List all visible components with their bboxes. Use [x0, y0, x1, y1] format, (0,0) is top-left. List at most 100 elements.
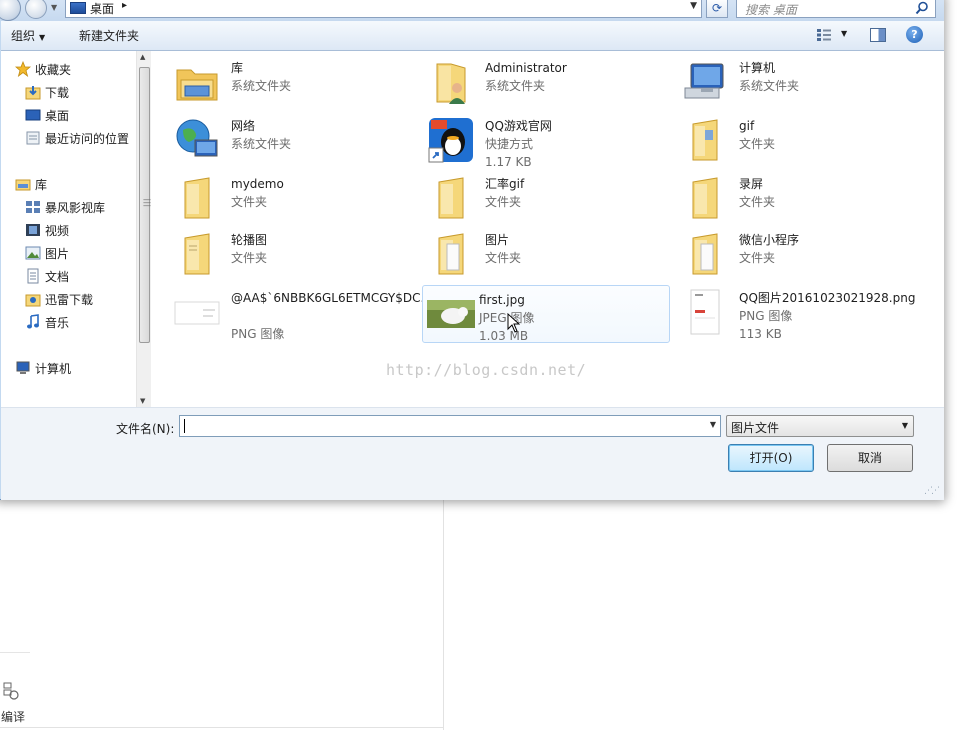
address-dropdown-icon[interactable]: ▼ [690, 1, 697, 11]
nav-item-storm-video-library[interactable]: 暴风影视库 [25, 197, 105, 217]
file-item-network[interactable]: 网络 系统文件夹 [158, 111, 406, 167]
file-type-select[interactable]: 图片文件 ▼ [726, 415, 914, 437]
file-name: 计算机 [739, 61, 776, 75]
file-type: 文件夹 [485, 195, 522, 209]
file-type: 文件夹 [231, 251, 268, 265]
nav-item-library[interactable]: 库 [15, 174, 47, 194]
breadcrumb-arrow-icon[interactable]: ▸ [122, 0, 127, 11]
chevron-down-icon: ▼ [39, 33, 46, 42]
filename-input[interactable]: ▼ [179, 415, 721, 437]
picture-icon [25, 246, 41, 260]
folder-icon [184, 233, 210, 275]
nav-item-label: 计算机 [35, 361, 72, 376]
file-name: QQ游戏官网 [485, 119, 552, 133]
file-item-computer[interactable]: 计算机 系统文件夹 [666, 53, 914, 109]
file-type: 系统文件夹 [231, 137, 292, 151]
file-item-pictures[interactable]: 图片 文件夹 [412, 225, 660, 281]
nav-item-downloads[interactable]: 下载 [25, 82, 69, 102]
address-path[interactable]: 桌面 [90, 0, 114, 17]
folder-icon [692, 233, 718, 275]
folder-icon [438, 177, 464, 219]
nav-item-label: 收藏夹 [35, 62, 72, 77]
search-icon[interactable] [915, 1, 929, 15]
preview-pane-button[interactable] [870, 28, 886, 42]
open-button[interactable]: 打开(O) [728, 444, 814, 472]
recent-places-icon [26, 131, 40, 145]
file-type: 快捷方式 [485, 137, 534, 151]
file-item-mydemo[interactable]: mydemo 文件夹 [158, 169, 406, 225]
nav-item-videos[interactable]: 视频 [25, 220, 69, 240]
search-input[interactable]: 搜索 桌面 [736, 0, 936, 18]
file-item-screen-recording[interactable]: 录屏 文件夹 [666, 169, 914, 225]
navigation-scrollbar[interactable]: ▲ — — — ▼ [136, 51, 151, 407]
file-item-first-jpg[interactable]: first.jpg JPEG 图像 1.03 MB [422, 285, 670, 343]
address-bar[interactable]: 桌面 ▸ ▼ [65, 0, 702, 18]
file-name: 轮播图 [231, 233, 268, 247]
file-size: 1.03 MB [479, 329, 529, 343]
navigation-pane: 收藏夹 下载 桌面 最近访问的位置 库 暴风影视库 视频 图片 文档 迅雷下载 … [1, 51, 151, 407]
file-type: 系统文件夹 [739, 79, 800, 93]
network-icon [176, 119, 218, 157]
nav-item-desktop[interactable]: 桌面 [25, 105, 69, 125]
view-options-dropdown-icon[interactable]: ▼ [841, 29, 847, 38]
cancel-button[interactable]: 取消 [827, 444, 913, 472]
scroll-up-icon[interactable]: ▲ [140, 53, 145, 61]
file-item-carousel[interactable]: 轮播图 文件夹 [158, 225, 406, 281]
nav-item-label: 下载 [45, 85, 70, 100]
toolbar: 组织 ▼ 新建文件夹 ▼ ? [1, 21, 944, 51]
file-type: 文件夹 [739, 137, 776, 151]
change-view-icon[interactable] [816, 28, 832, 42]
file-item-qq-game[interactable]: QQ游戏官网 快捷方式 1.17 KB [412, 111, 660, 169]
file-item-qq-image-png[interactable]: QQ图片20161023021928.png PNG 图像 113 KB [666, 283, 916, 343]
scrollbar-thumb[interactable]: — — — [139, 67, 151, 343]
refresh-button[interactable]: ⟳ [706, 0, 728, 18]
nav-item-label: 音乐 [45, 315, 70, 330]
nav-item-label: 视频 [45, 223, 70, 238]
filename-history-dropdown-icon[interactable]: ▼ [710, 420, 716, 429]
forward-button[interactable] [25, 0, 47, 19]
file-open-dialog: ▼ 桌面 ▸ ▼ ⟳ 搜索 桌面 组织 ▼ 新建文件夹 ▼ ? 收藏夹 下载 桌… [0, 0, 944, 500]
nav-item-label: 暴风影视库 [45, 200, 106, 215]
file-item-wechat-mini-program[interactable]: 微信小程序 文件夹 [666, 225, 914, 281]
nav-item-thunder-downloads[interactable]: 迅雷下载 [25, 289, 93, 309]
file-type: 文件夹 [739, 195, 776, 209]
file-name: 汇率gif [485, 177, 525, 191]
file-name: QQ图片20161023021928.png [739, 291, 916, 305]
compile-icon[interactable] [3, 682, 19, 700]
file-item-gif[interactable]: gif 文件夹 [666, 111, 914, 167]
nav-item-pictures[interactable]: 图片 [25, 243, 69, 263]
address-row: ▼ 桌面 ▸ ▼ ⟳ 搜索 桌面 [0, 0, 944, 21]
recent-pages-dropdown-icon[interactable]: ▼ [51, 3, 57, 12]
file-name: mydemo [231, 177, 284, 191]
file-item-administrator[interactable]: Administrator 系统文件夹 [412, 53, 660, 109]
nav-item-label: 桌面 [45, 108, 70, 123]
nav-item-favorites[interactable]: 收藏夹 [15, 59, 71, 79]
nav-item-label: 迅雷下载 [45, 292, 94, 307]
file-name: gif [739, 119, 755, 133]
folder-icon [184, 177, 210, 219]
nav-item-recent-places[interactable]: 最近访问的位置 [25, 128, 129, 148]
file-item-exchange-rate-gif[interactable]: 汇率gif 文件夹 [412, 169, 660, 225]
file-type: PNG 图像 [231, 327, 285, 341]
nav-item-computer[interactable]: 计算机 [15, 358, 71, 378]
compile-label[interactable]: 编译 [1, 708, 25, 725]
nav-item-music[interactable]: 音乐 [25, 312, 69, 332]
new-folder-button[interactable]: 新建文件夹 [79, 27, 139, 44]
video-icon [26, 224, 40, 236]
file-item-library[interactable]: 库 系统文件夹 [158, 53, 406, 109]
star-icon [15, 61, 31, 77]
library-folder-icon [176, 69, 218, 101]
dialog-body: 收藏夹 下载 桌面 最近访问的位置 库 暴风影视库 视频 图片 文档 迅雷下载 … [1, 51, 944, 407]
folder-icon [692, 119, 718, 161]
file-item-aa-png[interactable]: @AA$`6NBBK6GL6ETMCGY$DC.png PNG 图像 [158, 283, 447, 343]
organize-button[interactable]: 组织 ▼ [11, 27, 45, 44]
resize-grip-icon[interactable]: ⋰⋰ [924, 486, 940, 496]
file-type: 文件夹 [485, 251, 522, 265]
text-caret [184, 419, 185, 433]
library-icon [15, 179, 31, 191]
help-button[interactable]: ? [906, 26, 923, 43]
scroll-down-icon[interactable]: ▼ [140, 397, 145, 405]
nav-item-label: 图片 [45, 246, 70, 261]
nav-item-documents[interactable]: 文档 [25, 266, 69, 286]
back-button[interactable] [0, 0, 21, 21]
